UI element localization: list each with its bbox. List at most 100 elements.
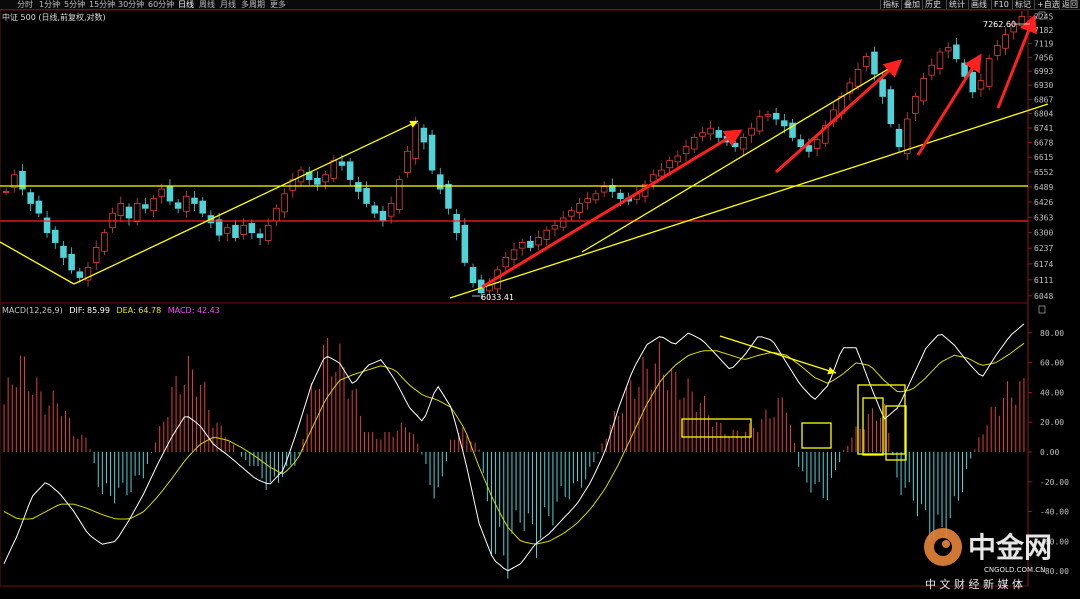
candle xyxy=(371,202,379,219)
macd-divergence-arrow xyxy=(719,335,837,375)
candle xyxy=(912,92,919,121)
candle xyxy=(420,124,428,150)
candle xyxy=(535,230,542,251)
cngold-logo-inner xyxy=(934,538,952,556)
candle xyxy=(600,181,608,198)
candle xyxy=(11,169,18,193)
macd-highlight-box-2 xyxy=(801,422,832,449)
macd-tick-label: 20.00 xyxy=(1040,418,1064,427)
watermark-slogan: 中 文 财 经 新 媒 体 xyxy=(925,577,1023,591)
price-tick-label: 6615 xyxy=(1034,153,1053,162)
candle xyxy=(543,226,551,246)
candle xyxy=(322,170,329,190)
candle xyxy=(273,204,280,227)
price-tick-label: 6111 xyxy=(1034,276,1053,285)
candle xyxy=(920,73,927,105)
candle xyxy=(772,107,780,126)
candle xyxy=(248,219,256,240)
price-tick-label: 6048 xyxy=(1034,292,1053,301)
candle xyxy=(314,171,321,191)
candle xyxy=(862,52,870,72)
candle xyxy=(174,198,182,214)
candle xyxy=(985,54,993,91)
candle xyxy=(903,112,911,161)
candle xyxy=(846,77,854,101)
macd-tick-label: 60.00 xyxy=(1040,359,1064,368)
high-price-label: 7262.60 xyxy=(983,20,1016,29)
candle xyxy=(215,212,223,242)
kline-macd-chart[interactable]: 7245718271197056699369306867680467416678… xyxy=(0,0,1080,599)
candle xyxy=(699,127,706,142)
candle xyxy=(994,40,1001,61)
candle xyxy=(740,133,747,156)
candle xyxy=(142,197,149,214)
candle xyxy=(84,262,92,287)
dea-line xyxy=(3,342,1025,545)
price-tick-label: 6993 xyxy=(1034,67,1053,76)
candle xyxy=(731,136,739,152)
macd-highlight-box-3 xyxy=(857,384,906,455)
price-tick-label: 6426 xyxy=(1034,198,1053,207)
candle xyxy=(183,190,190,218)
price-tick-label: 6804 xyxy=(1034,110,1053,119)
candle xyxy=(518,238,526,256)
candle xyxy=(35,195,43,218)
candle xyxy=(977,73,985,97)
macd-tick-label: 0.00 xyxy=(1040,448,1059,457)
candle xyxy=(682,139,690,162)
cngold-logo-dot xyxy=(942,540,950,548)
macd-settings-icon[interactable] xyxy=(1038,305,1046,314)
candle xyxy=(764,110,772,122)
candle xyxy=(437,167,444,195)
candle xyxy=(281,188,288,219)
price-tick-label: 7119 xyxy=(1034,40,1053,49)
candle xyxy=(150,194,157,218)
candle xyxy=(502,252,510,272)
macd-tick-label: -20.00 xyxy=(1040,478,1069,487)
candle xyxy=(592,189,600,204)
candle xyxy=(60,240,67,266)
candle xyxy=(789,119,796,142)
candle xyxy=(256,228,264,246)
candle xyxy=(51,226,59,249)
candle xyxy=(355,177,362,200)
candle xyxy=(19,164,26,196)
candle xyxy=(953,38,960,63)
candle xyxy=(887,85,895,128)
candle xyxy=(379,205,387,227)
macd-tick-label: 40.00 xyxy=(1040,388,1064,397)
red-trend-arrow-1 xyxy=(481,129,743,289)
red-trend-arrow-3 xyxy=(916,53,982,156)
candle xyxy=(510,242,518,266)
candle xyxy=(928,58,936,81)
candle xyxy=(2,187,10,196)
candle xyxy=(895,123,903,152)
low-price-label: 6033.41 xyxy=(481,293,514,302)
cngold-watermark: 中金网 CNGOLD.COM.CN 中 文 财 经 新 媒 体 xyxy=(924,528,1052,591)
candle xyxy=(109,207,116,233)
candle xyxy=(527,235,534,252)
candle xyxy=(387,196,395,224)
candle xyxy=(707,121,714,141)
candle xyxy=(453,208,460,241)
candle xyxy=(166,179,174,205)
candle xyxy=(43,211,51,238)
watermark-domain: CNGOLD.COM.CN xyxy=(984,566,1045,574)
candlestick-series xyxy=(2,10,1026,300)
candle xyxy=(191,191,198,212)
candle xyxy=(404,145,411,178)
yellow-channel-upper-line xyxy=(581,61,901,253)
candle xyxy=(1002,27,1009,55)
candle xyxy=(27,188,34,212)
price-grid xyxy=(1028,15,1032,297)
candle xyxy=(68,247,75,274)
price-tick-label: 6237 xyxy=(1034,244,1053,253)
macd-tick-label: 80.00 xyxy=(1040,329,1064,338)
candle xyxy=(264,218,272,245)
price-tick-label: 6363 xyxy=(1034,213,1053,222)
panel-close-icon[interactable]: × xyxy=(1033,13,1039,21)
red-trend-arrow-2 xyxy=(774,58,903,174)
candle xyxy=(1018,10,1026,30)
candle xyxy=(92,240,100,271)
candle xyxy=(158,183,166,204)
